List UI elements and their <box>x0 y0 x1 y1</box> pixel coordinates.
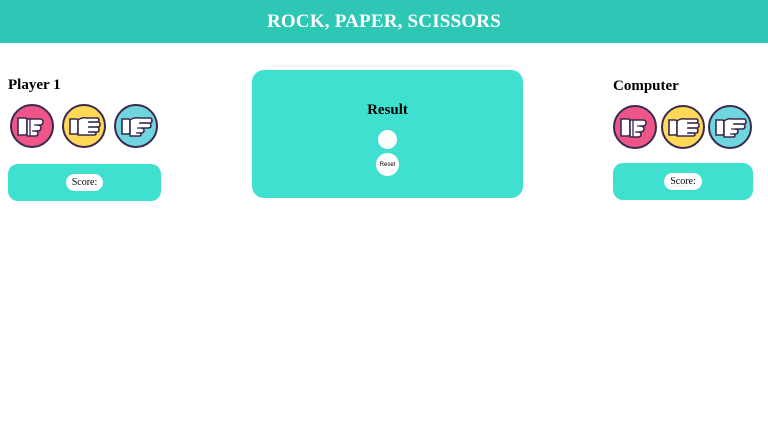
player-rock-button[interactable] <box>10 104 54 148</box>
computer-paper-choice <box>661 105 705 149</box>
player-scissors-button[interactable] <box>114 104 158 148</box>
player-side: Player 1 <box>8 75 162 152</box>
computer-rock-choice <box>613 105 657 149</box>
player-score-label: Score: <box>65 174 104 191</box>
computer-score-label: Score: <box>664 173 702 190</box>
game-header: ROCK, PAPER, SCISSORS <box>0 0 768 43</box>
game-title: ROCK, PAPER, SCISSORS <box>267 10 501 32</box>
result-indicator <box>378 130 397 149</box>
computer-scissors-choice <box>708 105 752 149</box>
player-paper-button[interactable] <box>62 104 106 148</box>
player-score-panel: Score: <box>8 164 161 201</box>
result-panel: Result Reset <box>252 70 523 198</box>
rock-hand-icon <box>618 114 652 140</box>
computer-score-panel: Score: <box>613 163 753 200</box>
computer-choices <box>612 105 754 153</box>
rock-hand-icon <box>15 113 49 139</box>
reset-button[interactable]: Reset <box>376 153 399 176</box>
scissors-hand-icon <box>713 114 747 140</box>
scissors-hand-icon <box>119 113 153 139</box>
paper-hand-icon <box>666 114 700 140</box>
result-title: Result <box>367 102 408 118</box>
player-choices <box>8 104 162 152</box>
computer-side: Computer <box>612 76 754 153</box>
player-name: Player 1 <box>8 77 61 93</box>
computer-name: Computer <box>613 78 679 94</box>
paper-hand-icon <box>67 113 101 139</box>
